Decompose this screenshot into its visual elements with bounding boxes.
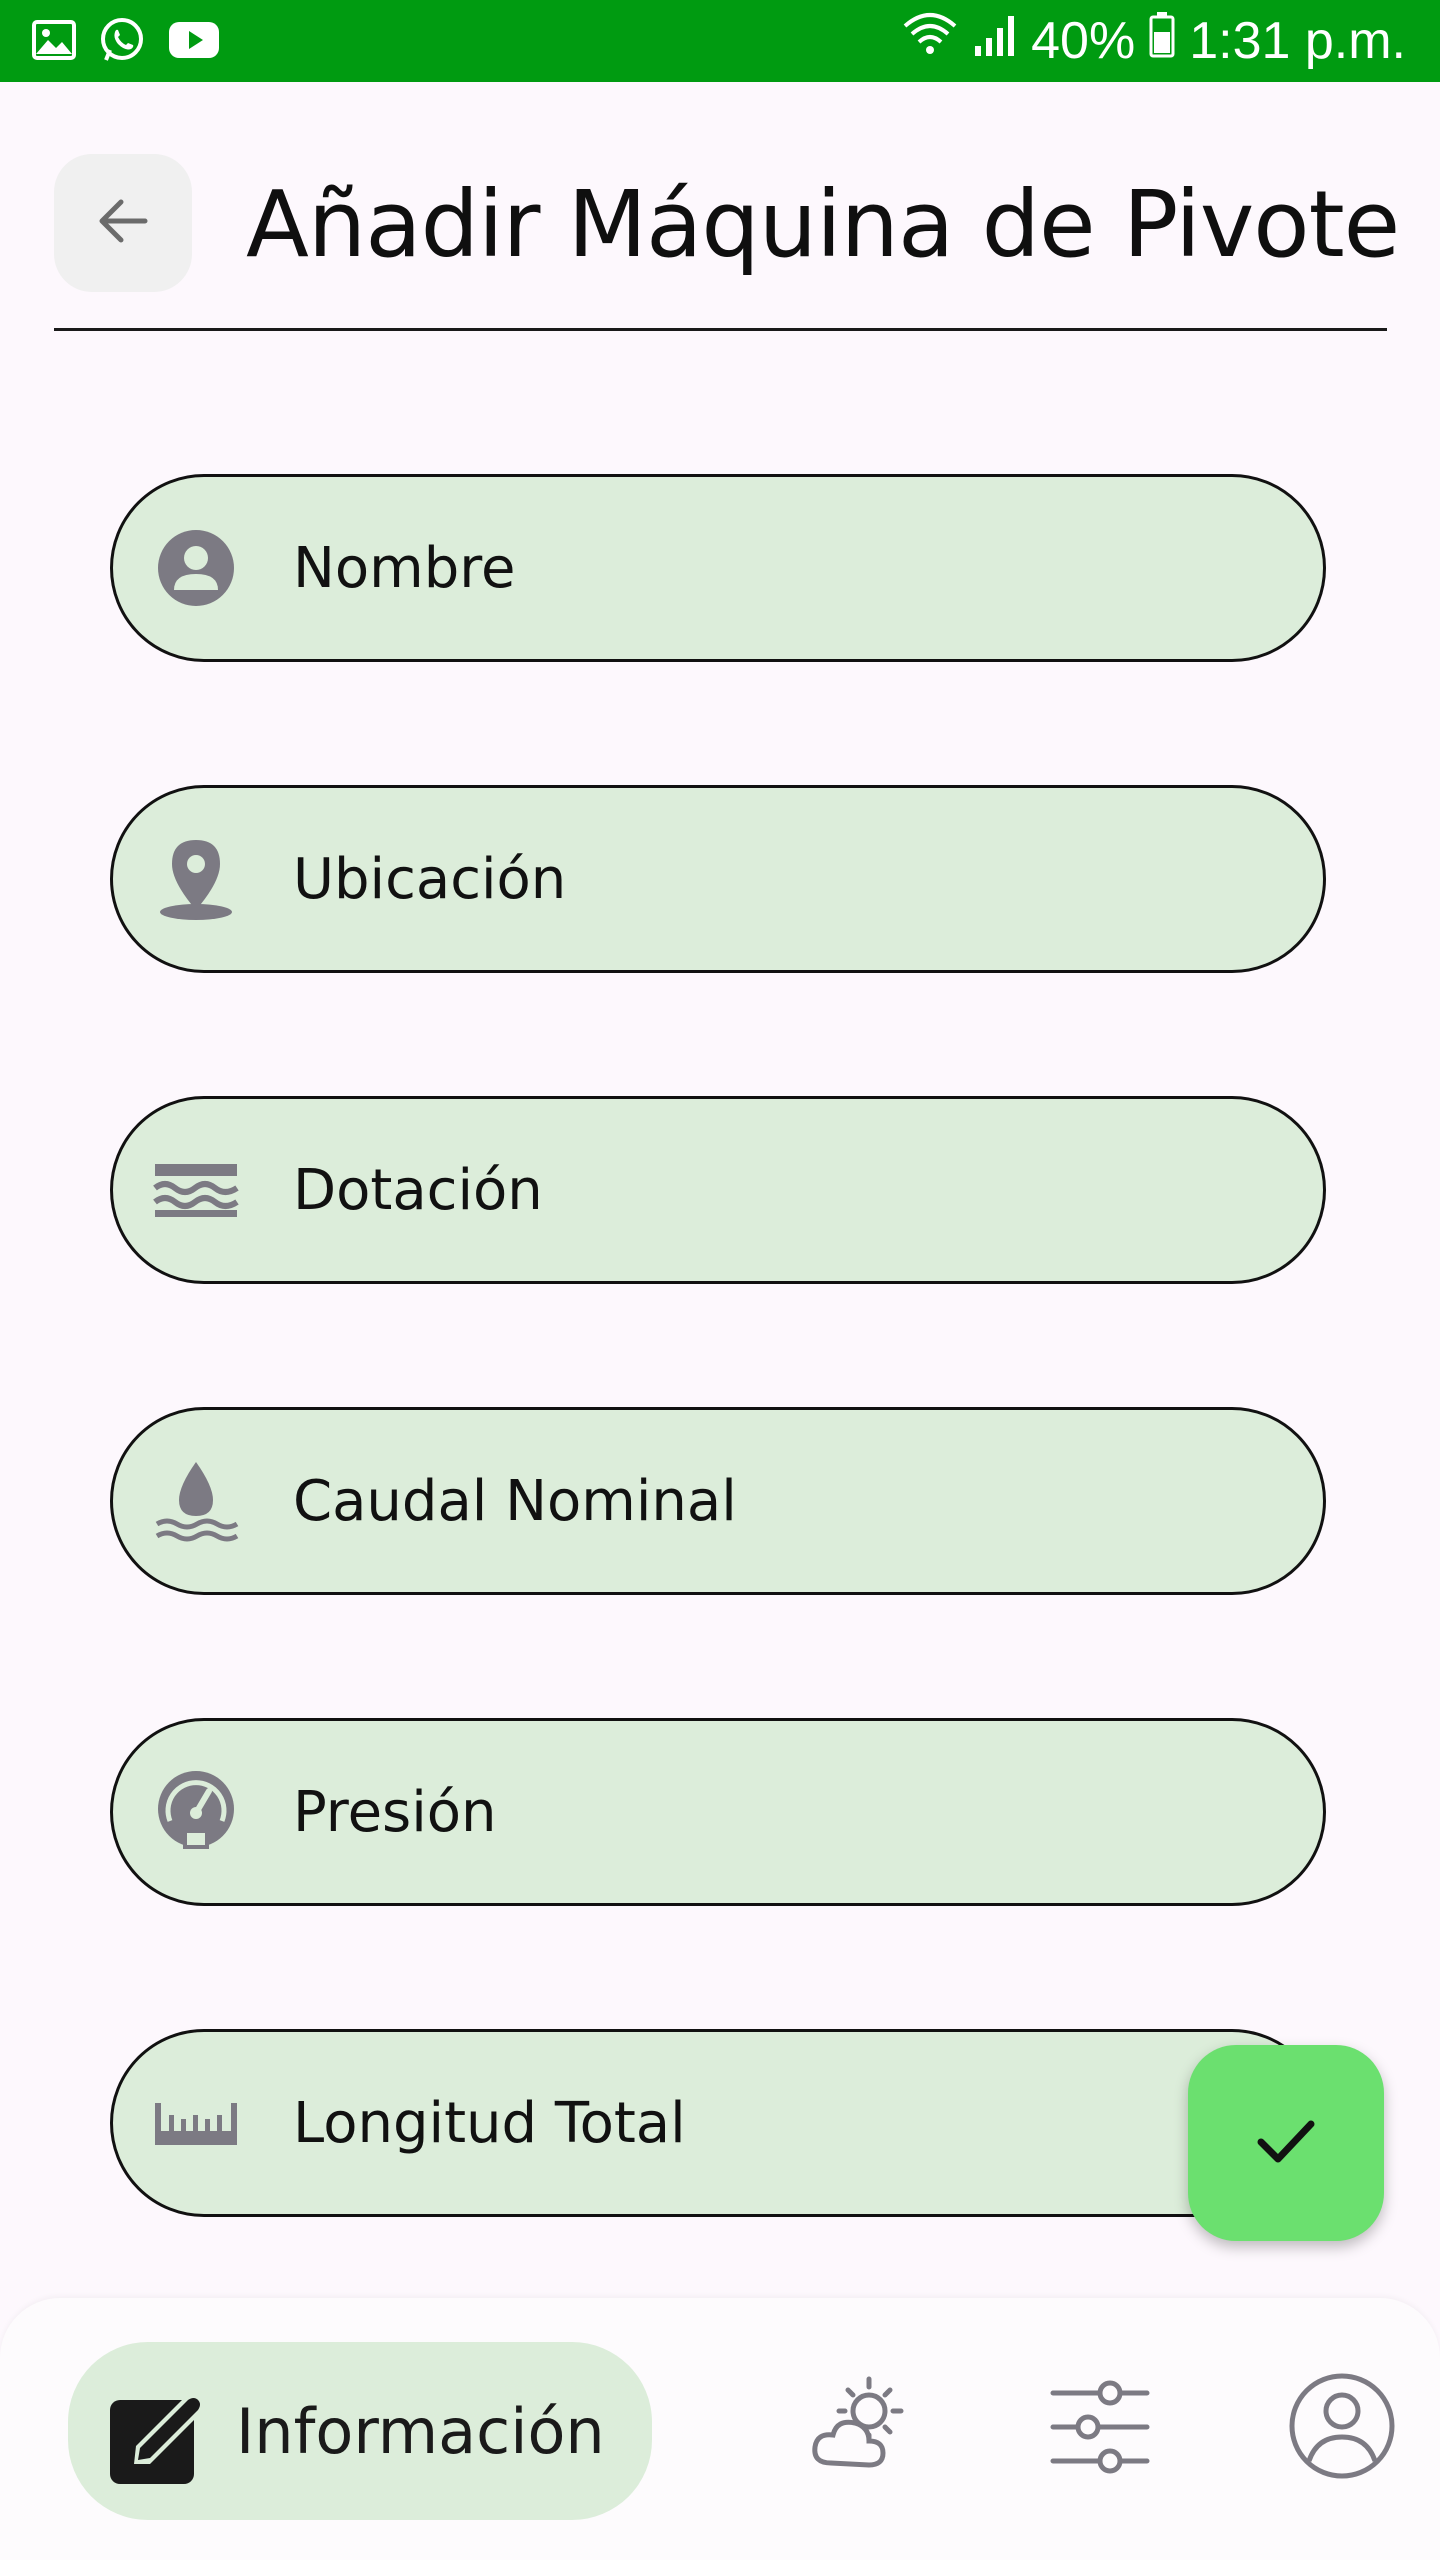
page-title: Añadir Máquina de Pivote xyxy=(246,171,1400,278)
nombre-field[interactable]: Nombre xyxy=(110,474,1326,662)
battery-icon xyxy=(1149,10,1175,72)
nav-item-informacion[interactable]: Información xyxy=(68,2342,652,2520)
nav-item-account[interactable] xyxy=(1272,2358,1412,2498)
clock: 1:31 p.m. xyxy=(1189,12,1406,70)
presion-label: Presión xyxy=(293,1779,497,1845)
caudal-nominal-field[interactable]: Caudal Nominal xyxy=(110,1407,1326,1595)
nav-label-informacion: Información xyxy=(236,2394,605,2468)
ruler-icon xyxy=(153,2080,239,2166)
sliders-icon xyxy=(1045,2371,1155,2485)
account-icon xyxy=(1287,2371,1397,2485)
bottom-navigation: Información xyxy=(0,2298,1440,2560)
waves-icon xyxy=(153,1147,239,1233)
nav-item-settings[interactable] xyxy=(1030,2358,1170,2498)
dotacion-label: Dotación xyxy=(293,1157,543,1223)
wifi-icon xyxy=(901,10,959,72)
presion-field[interactable]: Presión xyxy=(110,1718,1326,1906)
longitud-total-field[interactable]: Longitud Total xyxy=(110,2029,1326,2217)
nombre-label: Nombre xyxy=(293,535,516,601)
caudal-nominal-label: Caudal Nominal xyxy=(293,1468,737,1534)
longitud-total-label: Longitud Total xyxy=(293,2090,686,2156)
battery-percent: 40% xyxy=(1031,12,1136,70)
gauge-icon xyxy=(153,1769,239,1855)
back-button[interactable] xyxy=(54,154,192,292)
ubicacion-field[interactable]: Ubicación xyxy=(110,785,1326,973)
check-icon xyxy=(1251,2106,1321,2180)
ubicacion-label: Ubicación xyxy=(293,846,567,912)
header-divider xyxy=(54,328,1387,331)
confirm-fab-button[interactable] xyxy=(1188,2045,1384,2241)
arrow-left-icon xyxy=(91,189,155,257)
dotacion-field[interactable]: Dotación xyxy=(110,1096,1326,1284)
nav-item-weather[interactable] xyxy=(788,2358,928,2498)
edit-note-icon xyxy=(106,2386,210,2490)
weather-icon xyxy=(803,2371,913,2485)
signal-icon xyxy=(973,10,1017,72)
location-pin-icon xyxy=(153,836,239,922)
youtube-icon xyxy=(168,20,220,64)
person-icon xyxy=(153,525,239,611)
status-bar: 40% 1:31 p.m. xyxy=(0,0,1440,82)
gallery-icon xyxy=(32,20,76,64)
water-drop-icon xyxy=(153,1458,239,1544)
whatsapp-icon xyxy=(98,16,146,68)
